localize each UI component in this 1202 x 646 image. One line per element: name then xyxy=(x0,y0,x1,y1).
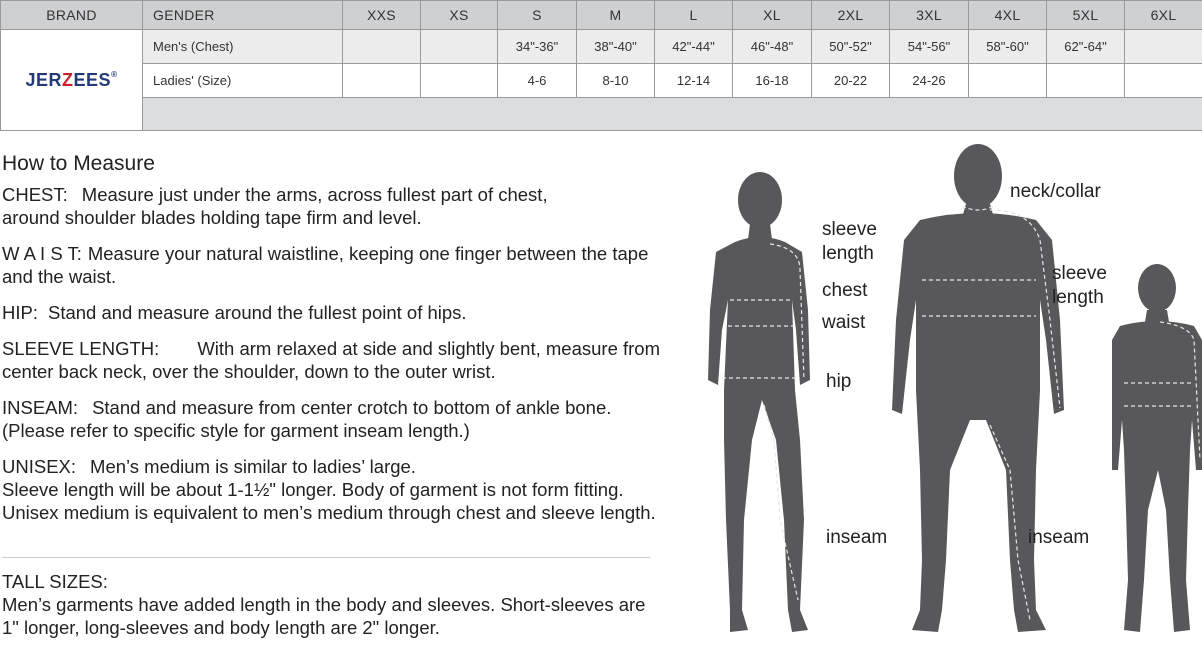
unisex-instruction: UNISEX: Men’s medium is similar to ladies… xyxy=(2,455,732,524)
sleeve-term: SLEEVE LENGTH: xyxy=(2,338,159,359)
table-cell: 38"-40" xyxy=(577,30,655,64)
table-cell: 24-26 xyxy=(890,64,969,98)
header-size-xl: XL xyxy=(733,1,812,30)
table-header-row: BRAND GENDER XXS XS S M L XL 2XL 3XL 4XL… xyxy=(1,1,1202,30)
table-cell: 54"-56" xyxy=(890,30,969,64)
blank-cell xyxy=(143,98,1202,131)
child-silhouette xyxy=(1112,264,1202,632)
sleeve-line-2: center back neck, over the shoulder, dow… xyxy=(2,361,496,382)
header-size-5xl: 5XL xyxy=(1047,1,1125,30)
table-cell: 4-6 xyxy=(498,64,577,98)
table-cell xyxy=(1047,64,1125,98)
label-neck-collar: neck/collar xyxy=(1010,180,1101,204)
section-divider xyxy=(2,557,650,558)
waist-line-2: and the waist. xyxy=(2,266,116,287)
unisex-line-2: Sleeve length will be about 1-1½" longer… xyxy=(2,479,624,500)
label-sleeve-length-woman: sleevelength xyxy=(822,218,877,266)
tall-sizes-section: TALL SIZES: Men’s garments have added le… xyxy=(2,570,722,639)
inseam-line-1: Stand and measure from center crotch to … xyxy=(92,397,611,418)
table-cell xyxy=(343,30,421,64)
table-blank-row xyxy=(1,98,1202,131)
header-brand: BRAND xyxy=(1,1,143,30)
label-chest: chest xyxy=(822,279,867,303)
header-size-xxs: XXS xyxy=(343,1,421,30)
header-size-6xl: 6XL xyxy=(1125,1,1202,30)
hip-term: HIP: xyxy=(2,302,38,323)
table-row: JERZEES® Men's (Chest) 34"-36" 38"-40" 4… xyxy=(1,30,1202,64)
header-size-xs: XS xyxy=(421,1,498,30)
table-cell: 16-18 xyxy=(733,64,812,98)
sleeve-line-1: With arm relaxed at side and slightly be… xyxy=(197,338,660,359)
table-cell: 42"-44" xyxy=(655,30,733,64)
header-size-m: M xyxy=(577,1,655,30)
label-hip: hip xyxy=(826,370,851,394)
table-cell: 20-22 xyxy=(812,64,890,98)
table-cell: 50"-52" xyxy=(812,30,890,64)
inseam-term: INSEAM: xyxy=(2,397,78,418)
chest-line-2: around shoulder blades holding tape firm… xyxy=(2,207,422,228)
tall-sizes-title: TALL SIZES: xyxy=(2,570,722,593)
table-cell xyxy=(1125,30,1202,64)
label-inseam-woman: inseam xyxy=(826,526,887,550)
chest-instruction: CHEST: Measure just under the arms, acros… xyxy=(2,183,732,229)
inseam-instruction: INSEAM: Stand and measure from center cro… xyxy=(2,396,732,442)
jerzees-logo: JERZEES® xyxy=(26,70,118,90)
sleeve-instruction: SLEEVE LENGTH: With arm relaxed at side a… xyxy=(2,337,732,383)
table-cell: 62"-64" xyxy=(1047,30,1125,64)
header-size-4xl: 4XL xyxy=(969,1,1047,30)
table-cell xyxy=(1125,64,1202,98)
body-figures: sleevelength chest waist hip inseam neck… xyxy=(700,140,1202,641)
table-cell xyxy=(969,64,1047,98)
header-size-2xl: 2XL xyxy=(812,1,890,30)
table-row: Ladies' (Size) 4-6 8-10 12-14 16-18 20-2… xyxy=(1,64,1202,98)
table-cell: 46"-48" xyxy=(733,30,812,64)
row-label-mens: Men's (Chest) xyxy=(143,30,343,64)
waist-line-1: Measure your natural waistline, keeping … xyxy=(88,243,649,264)
table-cell: 58"-60" xyxy=(969,30,1047,64)
waist-instruction: W A I S T: Measure your natural waistline… xyxy=(2,242,732,288)
table-cell xyxy=(343,64,421,98)
size-chart-table: BRAND GENDER XXS XS S M L XL 2XL 3XL 4XL… xyxy=(0,0,1202,131)
label-sleeve-length-man: sleevelength xyxy=(1052,262,1107,310)
header-size-s: S xyxy=(498,1,577,30)
hip-instruction: HIP: Stand and measure around the fullest… xyxy=(2,301,732,324)
table-cell xyxy=(421,30,498,64)
table-cell xyxy=(421,64,498,98)
tall-sizes-line-1: Men’s garments have added length in the … xyxy=(2,593,722,616)
silhouettes-illustration xyxy=(700,140,1202,641)
woman-silhouette xyxy=(708,172,810,632)
chest-line-1: Measure just under the arms, across full… xyxy=(82,184,548,205)
man-silhouette xyxy=(892,144,1064,632)
header-gender: GENDER xyxy=(143,1,343,30)
unisex-line-1: Men’s medium is similar to ladies’ large… xyxy=(90,456,416,477)
header-size-3xl: 3XL xyxy=(890,1,969,30)
inseam-line-2: (Please refer to specific style for garm… xyxy=(2,420,470,441)
tall-sizes-line-2: 1" longer, long-sleeves and body length … xyxy=(2,616,722,639)
unisex-term: UNISEX: xyxy=(2,456,76,477)
section-title: How to Measure xyxy=(2,152,732,175)
row-label-ladies: Ladies' (Size) xyxy=(143,64,343,98)
unisex-line-3: Unisex medium is equivalent to men’s med… xyxy=(2,502,656,523)
chest-term: CHEST: xyxy=(2,184,68,205)
how-to-measure-section: How to Measure CHEST: Measure just under … xyxy=(2,152,732,537)
hip-text: Stand and measure around the fullest poi… xyxy=(48,302,467,323)
header-size-l: L xyxy=(655,1,733,30)
table-cell: 12-14 xyxy=(655,64,733,98)
brand-logo-cell: JERZEES® xyxy=(1,30,143,131)
table-cell: 8-10 xyxy=(577,64,655,98)
label-waist: waist xyxy=(822,311,865,335)
table-cell: 34"-36" xyxy=(498,30,577,64)
label-inseam-man: inseam xyxy=(1028,526,1089,550)
waist-term: W A I S T: xyxy=(2,243,82,264)
